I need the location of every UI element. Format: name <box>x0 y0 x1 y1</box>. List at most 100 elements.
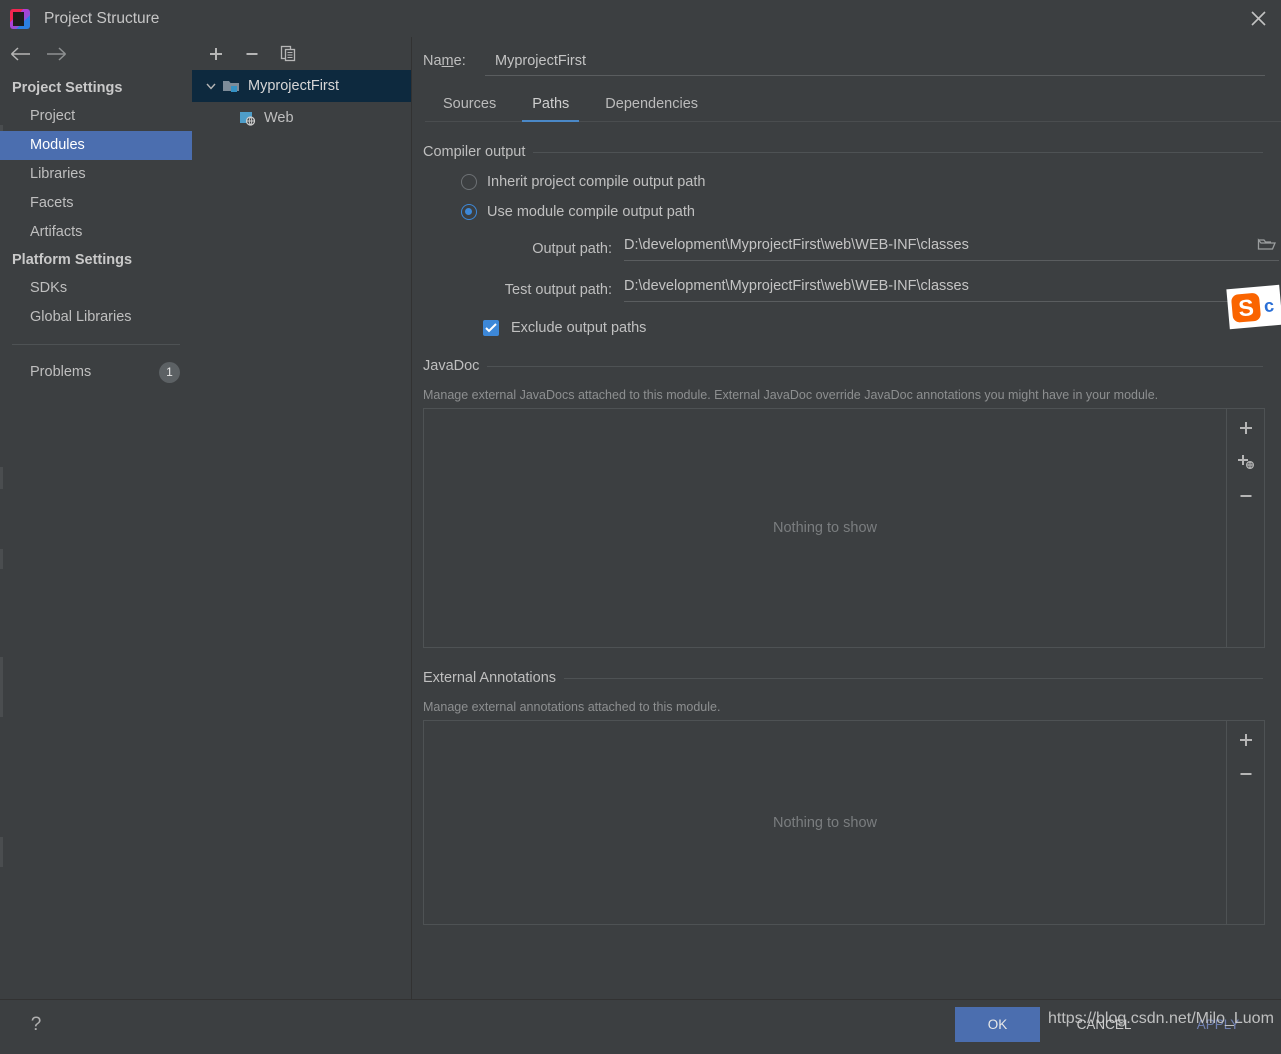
inherit-output-radio[interactable] <box>461 174 477 190</box>
web-facet-icon <box>238 110 258 126</box>
add-javadoc-path-button[interactable] <box>1234 417 1258 439</box>
output-path-field <box>624 236 1279 261</box>
sidebar-group-platform-settings: Platform Settings <box>0 247 192 274</box>
test-output-path-label: Test output path: <box>467 282 612 298</box>
arrow-right-icon[interactable] <box>46 46 68 67</box>
javadoc-empty-text: Nothing to show <box>773 520 877 536</box>
tree-node-myprojectfirst[interactable]: MyprojectFirst <box>192 70 411 102</box>
sidebar-divider <box>12 344 180 345</box>
module-tree-toolbar <box>192 37 411 70</box>
sidebar-item-problems[interactable]: Problems 1 <box>0 358 192 387</box>
external-annotations-list[interactable]: Nothing to show <box>423 720 1227 925</box>
section-rule <box>564 678 1263 679</box>
exclude-output-paths-label: Exclude output paths <box>511 320 646 336</box>
module-name-label: Name: <box>423 53 485 69</box>
tab-dependencies[interactable]: Dependencies <box>587 90 716 121</box>
edge-artifact <box>0 837 3 867</box>
tree-node-label: MyprojectFirst <box>248 78 339 94</box>
compiler-output-title: Compiler output <box>423 144 525 160</box>
title-bar: IJ Project Structure <box>0 0 1281 37</box>
test-output-path-row: Test output path: <box>423 277 1281 302</box>
javadoc-description: Manage external JavaDocs attached to thi… <box>423 388 1281 402</box>
sidebar-item-libraries[interactable]: Libraries <box>0 160 192 189</box>
tree-node-web[interactable]: Web <box>192 102 411 134</box>
section-rule <box>487 366 1263 367</box>
sidebar-nav-arrows <box>0 37 192 75</box>
external-annotations-list-wrap: Nothing to show <box>423 720 1281 925</box>
module-name-label-mnemonic: m <box>442 53 454 69</box>
ok-button[interactable]: OK <box>955 1007 1040 1042</box>
module-name-label-part2: e: <box>454 53 466 69</box>
module-name-input[interactable] <box>485 53 1265 76</box>
module-output-label: Use module compile output path <box>487 204 695 220</box>
module-output-radio-row[interactable]: Use module compile output path <box>423 204 1281 220</box>
module-tree-panel: MyprojectFirst Web <box>192 37 412 999</box>
close-icon[interactable] <box>1235 0 1281 37</box>
add-javadoc-url-button[interactable] <box>1234 451 1258 473</box>
javadoc-list-toolbar <box>1227 408 1265 648</box>
module-output-radio[interactable] <box>461 204 477 220</box>
compiler-output-section: Compiler output Inherit project compile … <box>423 144 1281 336</box>
external-annotations-description: Manage external annotations attached to … <box>423 700 1281 714</box>
sidebar-item-sdks[interactable]: SDKs <box>0 274 192 303</box>
problems-count-badge: 1 <box>159 362 180 383</box>
external-annotations-empty-text: Nothing to show <box>773 815 877 831</box>
tree-node-label: Web <box>264 110 294 126</box>
compiler-output-header: Compiler output <box>423 144 1281 160</box>
sidebar-item-project[interactable]: Project <box>0 102 192 131</box>
edge-artifact <box>0 549 3 569</box>
cancel-button[interactable]: CANCEL <box>1060 1007 1148 1042</box>
module-settings-panel: Name: Sources Paths Dependencies Compile… <box>413 37 1281 999</box>
section-rule <box>533 152 1263 153</box>
sidebar-item-artifacts[interactable]: Artifacts <box>0 218 192 247</box>
edge-artifact <box>0 467 3 489</box>
external-annotations-title: External Annotations <box>423 670 556 686</box>
module-tree-list: MyprojectFirst Web <box>192 70 411 134</box>
sidebar-item-modules[interactable]: Modules <box>0 131 192 160</box>
add-module-button[interactable] <box>206 44 226 64</box>
edge-artifact <box>0 657 3 717</box>
inherit-output-label: Inherit project compile output path <box>487 174 705 190</box>
module-name-label-part1: Na <box>423 53 442 69</box>
sidebar-item-facets[interactable]: Facets <box>0 189 192 218</box>
module-tabs: Sources Paths Dependencies <box>425 90 1281 122</box>
remove-module-button[interactable] <box>242 44 262 64</box>
settings-sidebar: Project Settings Project Modules Librari… <box>0 37 192 999</box>
javadoc-title: JavaDoc <box>423 358 479 374</box>
javadoc-list[interactable]: Nothing to show <box>423 408 1227 648</box>
intellij-idea-icon: IJ <box>10 9 30 29</box>
exclude-output-paths-checkbox[interactable] <box>483 320 499 336</box>
tab-sources[interactable]: Sources <box>425 90 514 121</box>
javadoc-header: JavaDoc <box>423 358 1281 374</box>
javadoc-list-wrap: Nothing to show <box>423 408 1281 648</box>
sidebar-group-project-settings: Project Settings <box>0 75 192 102</box>
folder-open-icon-test[interactable] <box>1257 277 1279 295</box>
module-folder-icon <box>222 78 242 94</box>
external-annotations-section: External Annotations Manage external ann… <box>423 670 1281 925</box>
chevron-down-icon[interactable] <box>200 80 222 92</box>
help-button[interactable]: ? <box>24 1012 48 1038</box>
sidebar-item-problems-label: Problems <box>30 358 91 387</box>
page-title: Project Structure <box>44 10 159 28</box>
remove-annotation-button[interactable] <box>1234 763 1258 785</box>
module-name-row: Name: <box>413 37 1281 76</box>
sidebar-item-global-libraries[interactable]: Global Libraries <box>0 303 192 332</box>
remove-javadoc-button[interactable] <box>1234 485 1258 507</box>
external-annotations-header: External Annotations <box>423 670 1281 686</box>
output-path-input[interactable] <box>624 237 1249 253</box>
apply-button[interactable]: APPLY <box>1178 1007 1258 1042</box>
add-annotation-button[interactable] <box>1234 729 1258 751</box>
test-output-path-input[interactable] <box>624 278 1249 294</box>
folder-open-icon[interactable] <box>1257 236 1279 254</box>
output-path-label: Output path: <box>467 241 612 257</box>
javadoc-section: JavaDoc Manage external JavaDocs attache… <box>423 358 1281 648</box>
inherit-output-radio-row[interactable]: Inherit project compile output path <box>423 174 1281 190</box>
arrow-left-icon[interactable] <box>10 46 32 67</box>
exclude-output-paths-row[interactable]: Exclude output paths <box>423 320 1281 336</box>
copy-module-button[interactable] <box>278 44 298 64</box>
project-structure-dialog: IJ Project Structure <box>0 0 1281 1054</box>
tab-paths[interactable]: Paths <box>514 90 587 121</box>
output-path-row: Output path: <box>423 236 1281 261</box>
dialog-footer: ? OK CANCEL APPLY <box>0 999 1281 1054</box>
test-output-path-field <box>624 277 1279 302</box>
